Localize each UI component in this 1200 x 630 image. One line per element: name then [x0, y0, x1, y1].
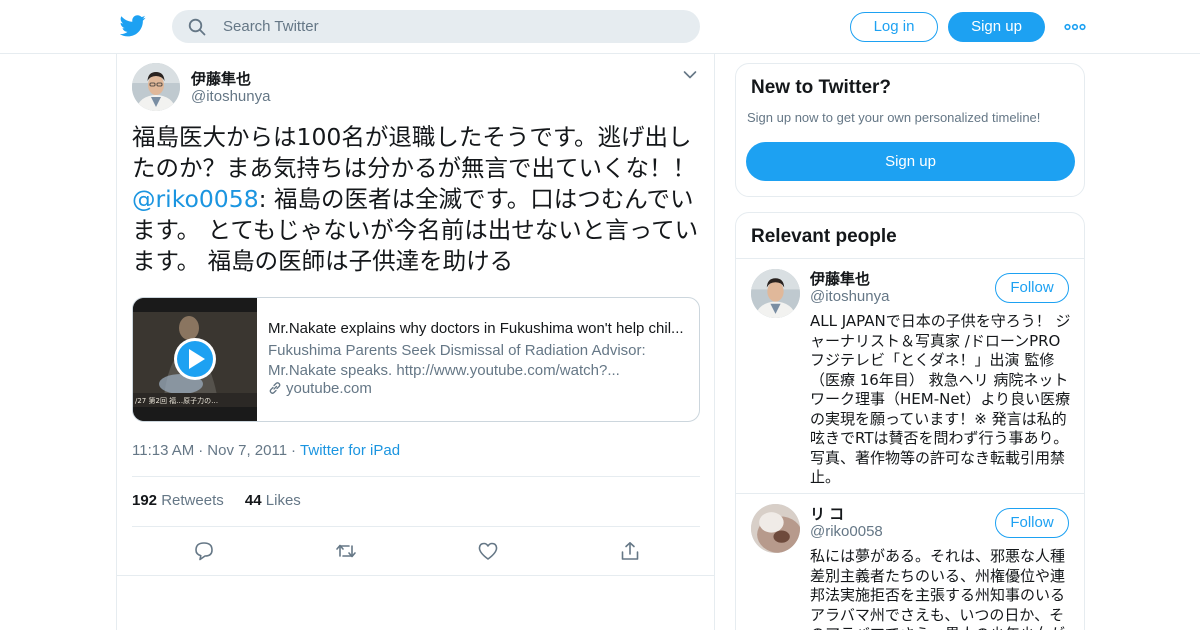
share-icon[interactable]: [619, 541, 641, 561]
person-handle[interactable]: @riko0058: [810, 523, 883, 540]
link-icon: [269, 382, 281, 394]
retweets-stat[interactable]: 192 Retweets: [132, 492, 224, 509]
tweet-date[interactable]: Nov 7, 2011: [207, 442, 287, 459]
tweet-stats: 192 Retweets 44 Likes: [132, 492, 301, 509]
divider: [736, 493, 1084, 494]
signup-button[interactable]: Sign up: [948, 12, 1045, 42]
author-name[interactable]: 伊藤隼也: [191, 68, 251, 89]
twitter-bird-icon[interactable]: [120, 14, 146, 38]
relevant-people-panel: Relevant people 伊藤隼也 @itoshunya Follow A…: [735, 212, 1085, 630]
search-placeholder: Search Twitter: [223, 18, 319, 35]
mention-link[interactable]: @riko0058: [132, 185, 259, 213]
follow-button[interactable]: Follow: [995, 508, 1069, 538]
tweet-time[interactable]: 11:13 AM: [132, 442, 194, 459]
person-bio: ALL JAPANで日本の子供を守ろう！ ジャーナリスト＆写真家 /ドローンPR…: [810, 312, 1071, 486]
likes-count: 44: [244, 492, 262, 509]
login-button[interactable]: Log in: [850, 12, 938, 42]
card-domain-text: youtube.com: [286, 380, 372, 397]
retweet-icon[interactable]: [335, 541, 357, 561]
chevron-down-icon[interactable]: [683, 70, 697, 80]
top-bar: Search Twitter Log in Sign up: [0, 0, 1200, 54]
avatar-photo-icon: [132, 63, 180, 111]
svg-text:/27 第2回 福…原子力の…: /27 第2回 福…原子力の…: [135, 396, 218, 405]
video-frame-icon: /27 第2回 福…原子力の…: [133, 298, 257, 421]
person-handle[interactable]: @itoshunya: [810, 288, 889, 305]
avatar[interactable]: [132, 63, 180, 111]
video-thumbnail[interactable]: /27 第2回 福…原子力の…: [133, 298, 257, 421]
person-name[interactable]: 伊藤隼也: [810, 268, 870, 289]
tweet-source[interactable]: Twitter for iPad: [300, 442, 400, 459]
signup-panel: New to Twitter? Sign up now to get your …: [735, 63, 1085, 197]
card-description: Fukushima Parents Seek Dismissal of Radi…: [268, 342, 646, 379]
avatar[interactable]: [751, 269, 800, 318]
tweet-text-part1: 福島医大からは100名が退職したそうです。逃げ出したのか？まあ気持ちは分かるが無…: [132, 123, 696, 182]
relevant-people-title: Relevant people: [751, 226, 897, 247]
tweet-meta: 11:13 AM · Nov 7, 2011 · Twitter for iPad: [132, 442, 401, 459]
signup-panel-title: New to Twitter?: [751, 77, 892, 98]
like-icon[interactable]: [477, 541, 499, 561]
avatar[interactable]: [751, 504, 800, 553]
person-bio: 私には夢がある。それは、邪悪な人種差別主義者たちのいる、州権優位や連邦法実施拒否…: [810, 547, 1066, 630]
tweet-detail: 伊藤隼也 @itoshunya 福島医大からは100名が退職したそうです。逃げ出…: [116, 54, 715, 630]
card-title[interactable]: Mr.Nakate explains why doctors in Fukush…: [268, 320, 688, 337]
follow-button[interactable]: Follow: [995, 273, 1069, 303]
retweets-count: 192: [132, 492, 158, 509]
avatar-photo-icon: [751, 504, 800, 553]
person-name[interactable]: リ コ: [810, 503, 844, 524]
retweets-label: Retweets: [161, 492, 224, 509]
tweet-actions: [132, 541, 700, 561]
reply-icon[interactable]: [193, 541, 215, 561]
divider: [117, 575, 714, 576]
likes-stat[interactable]: 44 Likes: [245, 492, 301, 509]
divider: [736, 258, 1084, 259]
search-input[interactable]: Search Twitter: [172, 10, 700, 43]
card-domain: youtube.com: [268, 380, 372, 397]
link-card[interactable]: /27 第2回 福…原子力の… Mr.Nakate explains why d…: [132, 297, 700, 422]
search-icon: [188, 18, 206, 36]
author-handle[interactable]: @itoshunya: [191, 88, 270, 105]
signup-panel-subtitle: Sign up now to get your own personalized…: [747, 110, 1041, 125]
tweet-text: 福島医大からは100名が退職したそうです。逃げ出したのか？まあ気持ちは分かるが無…: [132, 122, 707, 277]
divider: [132, 476, 700, 477]
likes-label: Likes: [265, 492, 301, 509]
more-options-icon[interactable]: [1064, 18, 1086, 36]
sidebar-signup-button[interactable]: Sign up: [746, 142, 1075, 181]
divider: [132, 526, 700, 527]
avatar-photo-icon: [751, 269, 800, 318]
